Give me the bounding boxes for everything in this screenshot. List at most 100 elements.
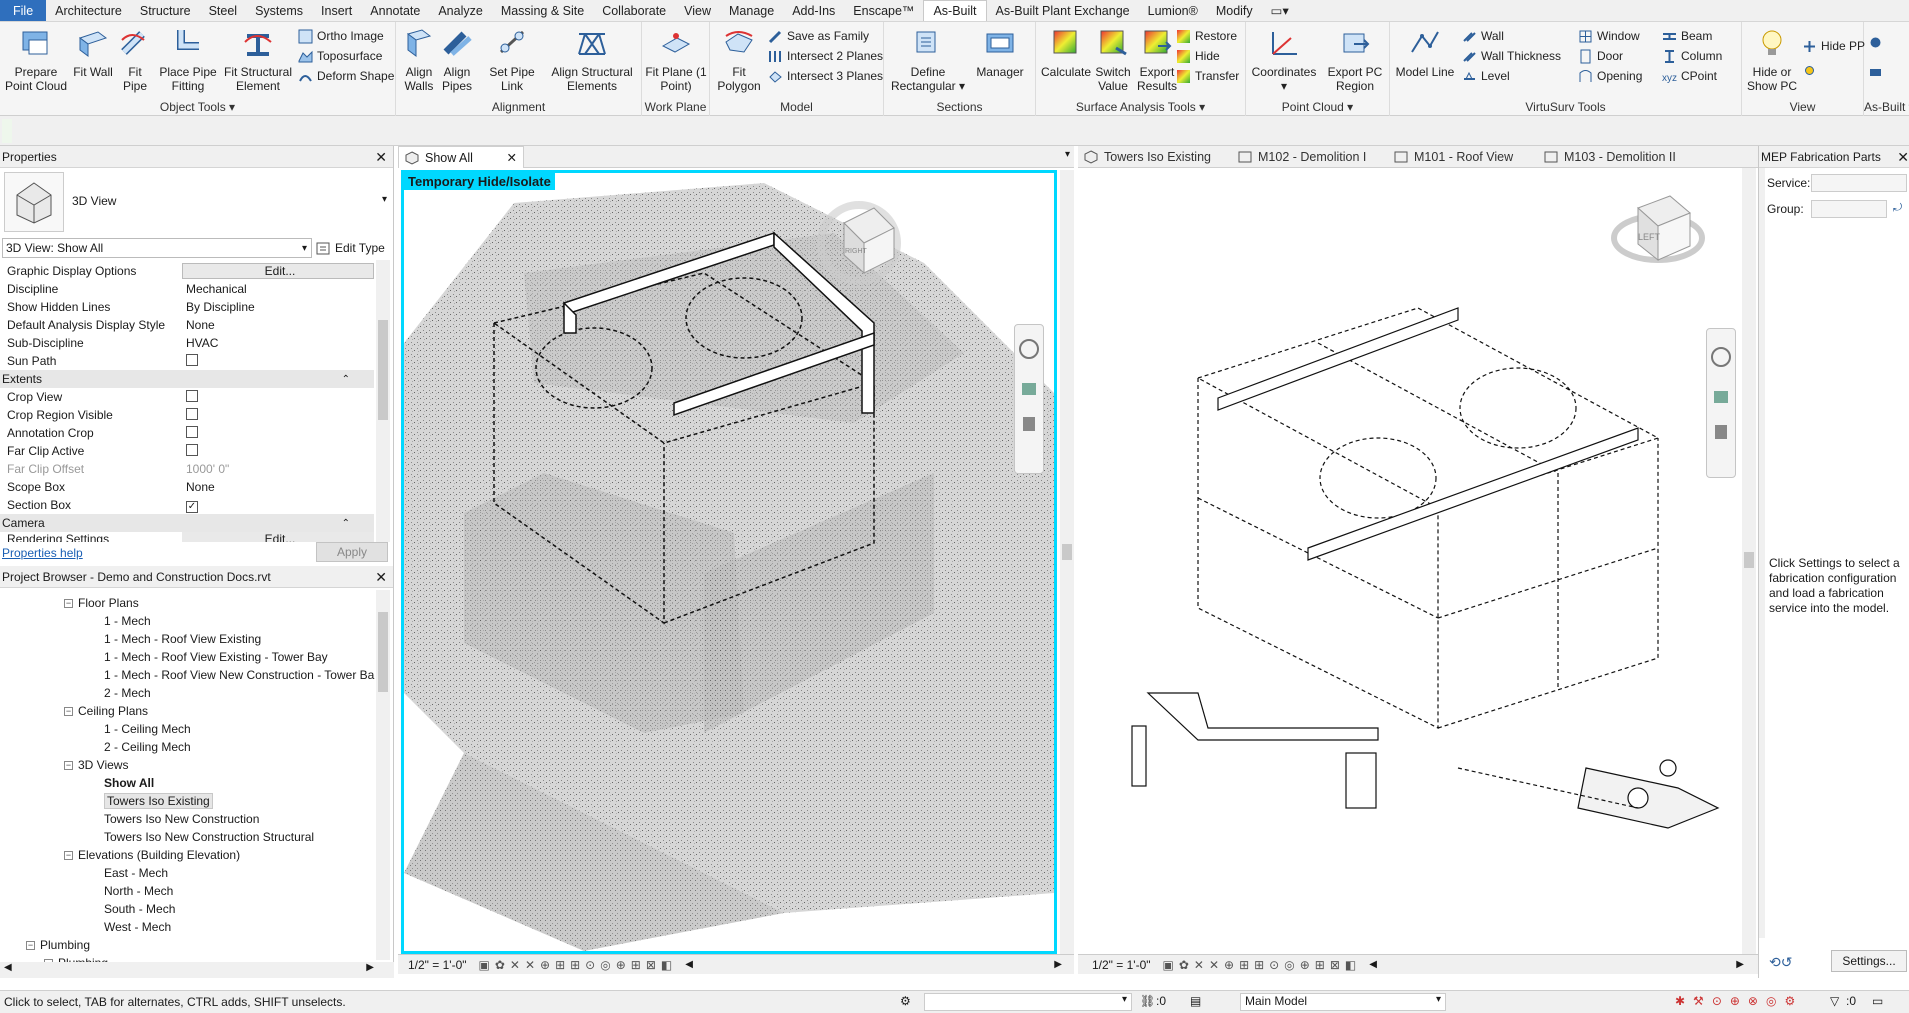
point-cloud-canvas[interactable]: RIGHT xyxy=(401,170,1057,954)
menu-massing[interactable]: Massing & Site xyxy=(492,0,593,21)
menu-asbuilt[interactable]: As-Built xyxy=(923,0,987,21)
prop-hidden-lines[interactable]: Show Hidden Lines By Discipline xyxy=(4,298,374,316)
deform-shape-button[interactable]: Deform Shape xyxy=(298,66,394,86)
fit-structural-element-button[interactable]: Fit Structural Element xyxy=(222,26,294,93)
menu-addins[interactable]: Add-Ins xyxy=(783,0,844,21)
tree-folder[interactable]: − Floor Plans xyxy=(64,594,139,612)
view-left-hscroll-left-icon[interactable]: ◀ xyxy=(685,959,693,970)
hide-button[interactable]: Hide xyxy=(1176,46,1220,66)
pp-toggle-button[interactable] xyxy=(1802,60,1821,80)
browser-scrollbar[interactable] xyxy=(376,590,390,960)
tree-collapse-icon[interactable]: − xyxy=(64,599,73,609)
coordinates-button[interactable]: Coordinates ▾ xyxy=(1248,26,1320,93)
prop-rendering[interactable]: Rendering Settings Edit... xyxy=(4,532,374,542)
tree-folder[interactable]: −Plumbing xyxy=(26,936,90,954)
view-left-controls-icons[interactable]: ▣✿✕✕⊕⊞⊞⊙◎⊕⊞⊠◧ xyxy=(479,958,678,972)
transfer-button[interactable]: Transfer xyxy=(1176,66,1239,86)
menu-collaborate[interactable]: Collaborate xyxy=(593,0,675,21)
vs-column-button[interactable]: Column xyxy=(1662,46,1722,66)
vs-cpoint-button[interactable]: xyz CPoint xyxy=(1662,66,1717,86)
tree-item[interactable]: East - Mech xyxy=(104,864,168,882)
hscroll-left-icon[interactable]: ◀ xyxy=(4,962,12,973)
tab-close-icon[interactable]: ✕ xyxy=(507,150,517,165)
tree-collapse-icon[interactable]: − xyxy=(64,707,73,717)
sun-path-checkbox[interactable] xyxy=(186,353,198,366)
view-left-vscroll[interactable] xyxy=(1060,170,1074,954)
vs-beam-button[interactable]: Beam xyxy=(1662,26,1712,46)
menu-insert[interactable]: Insert xyxy=(312,0,361,21)
prop-far-clip-active[interactable]: Far Clip Active xyxy=(4,442,374,460)
menu-annotate[interactable]: Annotate xyxy=(361,0,429,21)
prop-sun-path[interactable]: Sun Path xyxy=(4,352,374,370)
mep-refresh-icon[interactable]: ⟲↺ xyxy=(1769,954,1792,971)
view-right-hscroll-right-icon[interactable]: ▶ xyxy=(1736,959,1744,970)
type-dropdown-icon[interactable]: ▾ xyxy=(382,194,387,205)
tab-towers-iso-existing[interactable]: Towers Iso Existing xyxy=(1078,146,1230,168)
status-extra-icon[interactable]: ▭ xyxy=(1872,994,1883,1008)
tree-item[interactable]: Towers Iso Existing xyxy=(104,792,213,810)
nav-wheel-icon-2[interactable] xyxy=(1707,329,1735,477)
vs-window-button[interactable]: Window xyxy=(1578,26,1640,46)
workset-select[interactable]: ▾ xyxy=(924,993,1132,1011)
prop-crop-region[interactable]: Crop Region Visible xyxy=(4,406,374,424)
fit-polygon-button[interactable]: Fit Polygon xyxy=(714,26,764,93)
menu-analyze[interactable]: Analyze xyxy=(429,0,491,21)
view-right-scale[interactable]: 1/2" = 1'-0" xyxy=(1092,958,1151,972)
view-right-controls-icons[interactable]: ▣✿✕✕⊕⊞⊞⊙◎⊕⊞⊠◧ xyxy=(1163,958,1362,972)
tree-item[interactable]: 2 - Ceiling Mech xyxy=(104,738,191,756)
properties-scrollbar[interactable] xyxy=(376,260,390,542)
intersect-2-planes-button[interactable]: Intersect 2 Planes xyxy=(768,46,883,66)
view-left-hscroll-right-icon[interactable]: ▶ xyxy=(1054,959,1062,970)
menu-enscape[interactable]: Enscape™ xyxy=(844,0,923,21)
prop-section-box[interactable]: Section Box ✓ xyxy=(4,496,374,514)
tree-folder[interactable]: − Elevations (Building Elevation) xyxy=(64,846,240,864)
tree-item[interactable]: 1 - Mech xyxy=(104,612,151,630)
prop-discipline[interactable]: Discipline Mechanical xyxy=(4,280,374,298)
place-pipe-fitting-button[interactable]: Place Pipe Fitting xyxy=(154,26,222,93)
prop-crop-view[interactable]: Crop View xyxy=(4,388,374,406)
tree-item[interactable]: 1 - Ceiling Mech xyxy=(104,720,191,738)
tree-item[interactable]: 1 - Mech - Roof View Existing xyxy=(104,630,261,648)
tree-item[interactable]: West - Mech xyxy=(104,918,171,936)
menu-view[interactable]: View xyxy=(675,0,720,21)
menu-file[interactable]: File xyxy=(0,0,47,21)
view-right-vscroll-thumb[interactable] xyxy=(1744,552,1754,568)
fit-pipe-button[interactable]: Fit Pipe xyxy=(116,26,154,93)
main-model-select[interactable]: Main Model ▾ xyxy=(1240,993,1446,1011)
properties-scroll-thumb[interactable] xyxy=(378,320,388,420)
restore-button[interactable]: Restore xyxy=(1176,26,1237,46)
panel-label-point-cloud[interactable]: Point Cloud ▾ xyxy=(1246,100,1389,114)
mep-close-icon[interactable]: ✕ xyxy=(1897,149,1909,166)
hscroll-right-icon[interactable]: ▶ xyxy=(366,962,374,973)
switch-value-button[interactable]: Switch Value xyxy=(1092,26,1134,93)
prop-sub-discipline[interactable]: Sub-Discipline HVAC xyxy=(4,334,374,352)
nav-wheel-icon[interactable] xyxy=(1015,325,1043,473)
far-clip-checkbox[interactable] xyxy=(186,443,198,456)
toposurface-button[interactable]: Toposurface xyxy=(298,46,382,66)
intersect-3-planes-button[interactable]: Intersect 3 Planes xyxy=(768,66,883,86)
group-select[interactable] xyxy=(1811,200,1887,218)
worksets-icon[interactable]: ⚙ xyxy=(900,994,911,1008)
wall-thickness-button[interactable]: Wall Thickness xyxy=(1462,46,1561,66)
panel-label-object-tools[interactable]: Object Tools ▾ xyxy=(0,100,395,114)
model-line-button[interactable]: Model Line xyxy=(1394,26,1456,79)
collapse-extents-icon[interactable]: ⌃ xyxy=(342,374,350,385)
prop-scope-box[interactable]: Scope Box None xyxy=(4,478,374,496)
browser-hscrollbar[interactable]: ◀ ▶ xyxy=(0,962,394,978)
tab-m102[interactable]: M102 - Demolition I xyxy=(1230,146,1386,168)
calculate-button[interactable]: Calculate xyxy=(1040,26,1092,79)
menu-systems[interactable]: Systems xyxy=(246,0,312,21)
menu-architecture[interactable]: Architecture xyxy=(46,0,131,21)
menu-plant-exchange[interactable]: As-Built Plant Exchange xyxy=(987,0,1139,21)
view-left-scale[interactable]: 1/2" = 1'-0" xyxy=(408,958,467,972)
tree-item[interactable]: Towers Iso New Construction Structural xyxy=(104,828,314,846)
ortho-image-button[interactable]: Ortho Image xyxy=(298,26,384,46)
vs-door-button[interactable]: Door xyxy=(1578,46,1623,66)
settings-button[interactable]: Settings... xyxy=(1831,950,1907,972)
tree-item[interactable]: North - Mech xyxy=(104,882,173,900)
view-right-hscroll-left-icon[interactable]: ◀ xyxy=(1369,959,1377,970)
menu-structure[interactable]: Structure xyxy=(131,0,200,21)
menu-switch-icon[interactable]: ▭▾ xyxy=(1262,0,1298,21)
tree-item[interactable]: South - Mech xyxy=(104,900,175,918)
export-pc-region-button[interactable]: Export PC Region xyxy=(1322,26,1388,93)
